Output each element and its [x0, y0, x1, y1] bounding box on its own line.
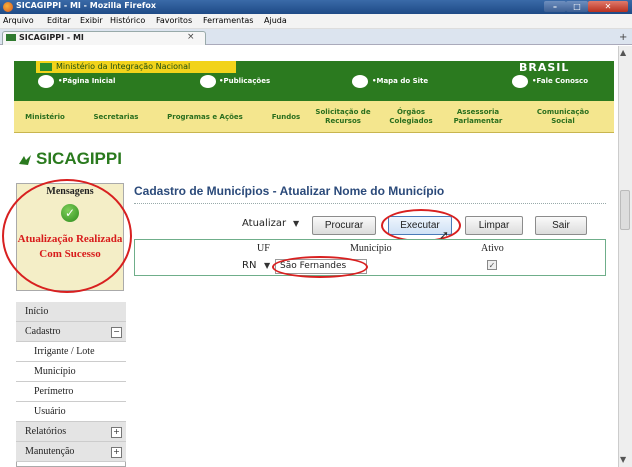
menu-historico[interactable]: Histórico — [110, 16, 145, 25]
minimize-button[interactable]: – — [544, 1, 566, 12]
menu-bar: Arquivo Editar Exibir Histórico Favorito… — [0, 14, 632, 29]
nav-fundos[interactable]: Fundos — [268, 113, 304, 122]
ministry-name: Ministério da Integração Nacional — [56, 62, 191, 71]
app-brand: SICAGIPPI — [36, 149, 122, 168]
annotation-circle-message — [2, 179, 132, 293]
firefox-icon — [3, 2, 13, 12]
menu-ferramentas[interactable]: Ferramentas — [203, 16, 253, 25]
brasil-logo: BRASIL — [519, 61, 570, 74]
nav-secretarias[interactable]: Secretarias — [88, 113, 144, 122]
sidebar-item-manutencao[interactable]: Manutenção + — [16, 442, 126, 462]
sidebar-item-usuario[interactable]: Usuário — [16, 402, 126, 422]
vertical-scrollbar[interactable] — [618, 46, 632, 467]
nav-orgaos-colegiados[interactable]: Órgãos Colegiados — [384, 108, 438, 126]
chevron-down-icon[interactable]: ▼ — [293, 219, 299, 228]
expand-icon[interactable]: + — [111, 427, 122, 438]
sidebar-item-relatorios[interactable]: Relatórios + — [16, 422, 126, 442]
column-header-municipio: Município — [350, 243, 392, 254]
sitemap-icon — [352, 75, 368, 88]
sidebar-item-municipio[interactable]: Município — [16, 362, 126, 382]
nav-mapa-do-site[interactable]: •Mapa do Site — [372, 77, 428, 87]
scroll-down-icon[interactable]: ▼ — [620, 455, 626, 464]
menu-favoritos[interactable]: Favoritos — [156, 16, 192, 25]
menu-exibir[interactable]: Exibir — [80, 16, 103, 25]
uf-select[interactable]: RN — [242, 260, 256, 271]
action-select[interactable]: Atualizar — [242, 218, 286, 229]
nav-assessoria-parlamentar[interactable]: Assessoria Parlamentar — [446, 108, 510, 126]
chevron-down-icon[interactable]: ▼ — [264, 261, 270, 270]
nav-solicitacao-recursos[interactable]: Solicitação de Recursos — [312, 108, 374, 126]
nav-programas-acoes[interactable]: Programas e Ações — [160, 113, 250, 122]
page-title: Cadastro de Municípios - Atualizar Nome … — [134, 184, 445, 198]
procurar-button[interactable]: Procurar — [312, 216, 376, 235]
column-header-ativo: Ativo — [481, 243, 504, 254]
publications-icon — [200, 75, 216, 88]
column-header-uf: UF — [257, 243, 270, 254]
menu-editar[interactable]: Editar — [47, 16, 71, 25]
home-icon — [38, 75, 54, 88]
title-divider — [134, 203, 606, 204]
sair-button[interactable]: Sair — [535, 216, 587, 235]
scroll-up-icon[interactable]: ▲ — [620, 48, 626, 57]
maximize-button[interactable]: □ — [566, 1, 588, 12]
sidebar-item-irrigante-lote[interactable]: Irrigante / Lote — [16, 342, 126, 362]
annotation-circle-municipio — [272, 256, 368, 278]
scroll-thumb[interactable] — [620, 190, 630, 230]
sidebar-item-perimetro[interactable]: Perímetro — [16, 382, 126, 402]
collapse-icon[interactable]: − — [111, 327, 122, 338]
new-tab-icon[interactable]: + — [619, 32, 627, 43]
nav-fale-conosco[interactable]: •Fale Conosco — [532, 77, 588, 87]
leaf-icon — [19, 155, 31, 165]
close-window-button[interactable]: ✕ — [588, 1, 628, 12]
menu-arquivo[interactable]: Arquivo — [3, 16, 34, 25]
sidebar-item-inicio[interactable]: Início — [16, 302, 126, 322]
ativo-checkbox[interactable]: ✓ — [487, 260, 497, 270]
tab-label: SICAGIPPI - MI — [19, 33, 84, 42]
expand-icon[interactable]: + — [111, 447, 122, 458]
nav-pagina-inicial[interactable]: •Página Inicial — [58, 77, 115, 87]
contact-icon — [512, 75, 528, 88]
nav-ministerio[interactable]: Ministério — [20, 113, 70, 122]
menu-ajuda[interactable]: Ajuda — [264, 16, 287, 25]
limpar-button[interactable]: Limpar — [465, 216, 523, 235]
nav-comunicacao-social[interactable]: Comunicação Social — [526, 108, 600, 126]
sidebar-item-cadastro[interactable]: Cadastro − — [16, 322, 126, 342]
site-favicon-icon — [6, 34, 16, 41]
window-title: SICAGIPPI - MI - Mozilla Firefox — [16, 1, 157, 10]
brazil-flag-icon — [40, 63, 52, 71]
tab-close-icon[interactable]: × — [187, 32, 195, 42]
nav-publicacoes[interactable]: •Publicações — [219, 77, 270, 87]
